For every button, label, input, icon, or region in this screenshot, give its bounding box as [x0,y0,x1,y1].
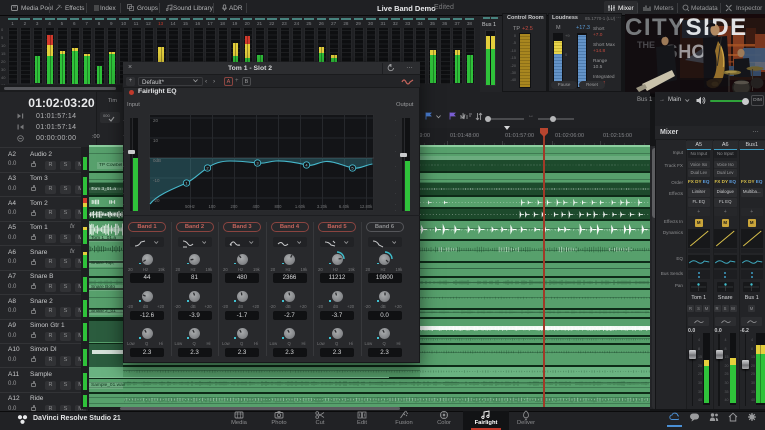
svg-text:20: 20 [153,118,159,123]
svg-text:-10: -10 [153,178,160,183]
svg-text:10: 10 [153,138,159,143]
svg-text:0dB: 0dB [153,158,161,163]
svg-text:-20: -20 [153,198,160,203]
